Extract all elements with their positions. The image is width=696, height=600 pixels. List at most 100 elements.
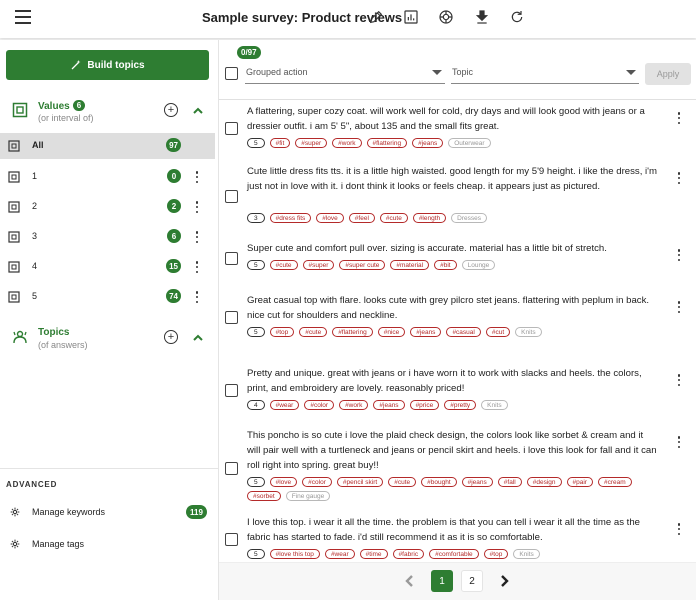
keyword-tag[interactable]: #top [483, 549, 509, 559]
collapse-values-icon[interactable] [192, 104, 204, 116]
keyword-tag[interactable]: #flattering [332, 327, 373, 337]
collapse-topics-icon[interactable] [192, 331, 204, 343]
keyword-tag[interactable]: #wear [324, 549, 355, 559]
value-item-4[interactable]: 4 15 [0, 254, 215, 280]
rating-tag[interactable]: 5 [247, 477, 265, 487]
keyword-tag[interactable]: #super [302, 260, 335, 270]
download-icon[interactable] [473, 8, 491, 26]
category-tag[interactable]: Lounge [461, 260, 496, 270]
keyword-tag[interactable]: #wear [269, 400, 300, 410]
keyword-tag[interactable]: #bought [421, 477, 457, 487]
rating-tag[interactable]: 3 [247, 213, 265, 223]
value-item-2[interactable]: 2 2 [0, 194, 215, 220]
keyword-tag[interactable]: #pretty [444, 400, 477, 410]
keyword-tag[interactable]: #cute [379, 213, 408, 223]
review-checkbox[interactable] [225, 462, 238, 475]
chart-icon[interactable] [402, 8, 420, 26]
rating-tag[interactable]: 4 [247, 400, 265, 410]
keyword-tag[interactable]: #love this top [269, 549, 320, 559]
keyword-tag[interactable]: #cut [485, 327, 511, 337]
review-more-icon[interactable] [677, 436, 681, 448]
keyword-tag[interactable]: #design [526, 477, 562, 487]
add-topic-button[interactable]: + [164, 330, 178, 344]
category-tag[interactable]: Fine gauge [285, 491, 331, 501]
add-value-button[interactable]: + [164, 103, 178, 117]
review-checkbox[interactable] [225, 122, 238, 135]
value-more-icon[interactable] [195, 171, 199, 183]
value-item-5[interactable]: 5 74 [0, 284, 215, 310]
menu-icon[interactable] [15, 10, 31, 24]
keyword-tag[interactable]: #jeans [461, 477, 493, 487]
review-more-icon[interactable] [677, 249, 681, 261]
value-item-all[interactable]: All 97 [0, 133, 215, 159]
value-more-icon[interactable] [195, 261, 199, 273]
review-more-icon[interactable] [677, 374, 681, 386]
value-more-icon[interactable] [195, 201, 199, 213]
value-item-3[interactable]: 3 6 [0, 224, 215, 250]
category-tag[interactable]: Dresses [451, 213, 487, 223]
review-checkbox[interactable] [225, 384, 238, 397]
review-more-icon[interactable] [677, 301, 681, 313]
keyword-tag[interactable]: #length [412, 213, 447, 223]
rating-tag[interactable]: 5 [247, 260, 265, 270]
value-more-icon[interactable] [195, 291, 199, 303]
build-topics-button[interactable]: Build topics [6, 50, 209, 80]
keyword-tag[interactable]: #fall [497, 477, 522, 487]
keyword-tag[interactable]: #pencil skirt [336, 477, 384, 487]
apply-button[interactable]: Apply [645, 63, 691, 85]
keyword-tag[interactable]: #flattering [366, 138, 408, 148]
keyword-tag[interactable]: #jeans [373, 400, 405, 410]
keyword-tag[interactable]: #work [339, 400, 369, 410]
page-1-button[interactable]: 1 [431, 570, 453, 592]
keyword-tag[interactable]: #time [359, 549, 388, 559]
rating-tag[interactable]: 5 [247, 327, 265, 337]
next-page-icon[interactable] [496, 573, 512, 589]
category-tag[interactable]: Knits [481, 400, 508, 410]
manage-tags-item[interactable]: Manage tags [0, 536, 219, 556]
category-tag[interactable]: Knits [515, 327, 542, 337]
review-more-icon[interactable] [677, 523, 681, 535]
review-checkbox[interactable] [225, 252, 238, 265]
keyword-tag[interactable]: #top [269, 327, 295, 337]
keyword-tag[interactable]: #cute [269, 260, 298, 270]
rating-tag[interactable]: 5 [247, 549, 265, 559]
keyword-tag[interactable]: #love [316, 213, 344, 223]
prev-page-icon[interactable] [402, 573, 418, 589]
settings-icon[interactable] [437, 8, 455, 26]
keyword-tag[interactable]: #jeans [412, 138, 444, 148]
keyword-tag[interactable]: #nice [377, 327, 406, 337]
keyword-tag[interactable]: #casual [446, 327, 481, 337]
review-more-icon[interactable] [677, 112, 681, 124]
review-checkbox[interactable] [225, 533, 238, 546]
review-checkbox[interactable] [225, 190, 238, 203]
keyword-tag[interactable]: #color [304, 400, 335, 410]
keyword-tag[interactable]: #dress fits [269, 213, 312, 223]
select-all-checkbox[interactable] [225, 67, 238, 80]
keyword-tag[interactable]: #color [302, 477, 332, 487]
keyword-tag[interactable]: #feel [348, 213, 375, 223]
pencil-icon[interactable] [367, 8, 385, 26]
keyword-tag[interactable]: #fabric [392, 549, 425, 559]
category-tag[interactable]: Knits [513, 549, 540, 559]
keyword-tag[interactable]: #pair [566, 477, 593, 487]
keyword-tag[interactable]: #cute [388, 477, 417, 487]
keyword-tag[interactable]: #jeans [410, 327, 442, 337]
keyword-tag[interactable]: #cute [299, 327, 328, 337]
keyword-tag[interactable]: #super cute [339, 260, 386, 270]
keyword-tag[interactable]: #super [295, 138, 328, 148]
keyword-tag[interactable]: #material [390, 260, 430, 270]
keyword-tag[interactable]: #sorbet [247, 491, 281, 501]
category-tag[interactable]: Outerwear [448, 138, 491, 148]
value-more-icon[interactable] [195, 231, 199, 243]
value-item-1[interactable]: 1 0 [0, 164, 215, 190]
review-more-icon[interactable] [677, 172, 681, 184]
manage-keywords-item[interactable]: Manage keywords 119 [0, 504, 219, 524]
keyword-tag[interactable]: #cream [597, 477, 632, 487]
page-2-button[interactable]: 2 [461, 570, 483, 592]
review-checkbox[interactable] [225, 311, 238, 324]
rating-tag[interactable]: 5 [247, 138, 265, 148]
keyword-tag[interactable]: #fit [269, 138, 291, 148]
grouped-action-select[interactable]: Grouped action [245, 62, 445, 84]
refresh-icon[interactable] [508, 8, 526, 26]
keyword-tag[interactable]: #love [269, 477, 298, 487]
